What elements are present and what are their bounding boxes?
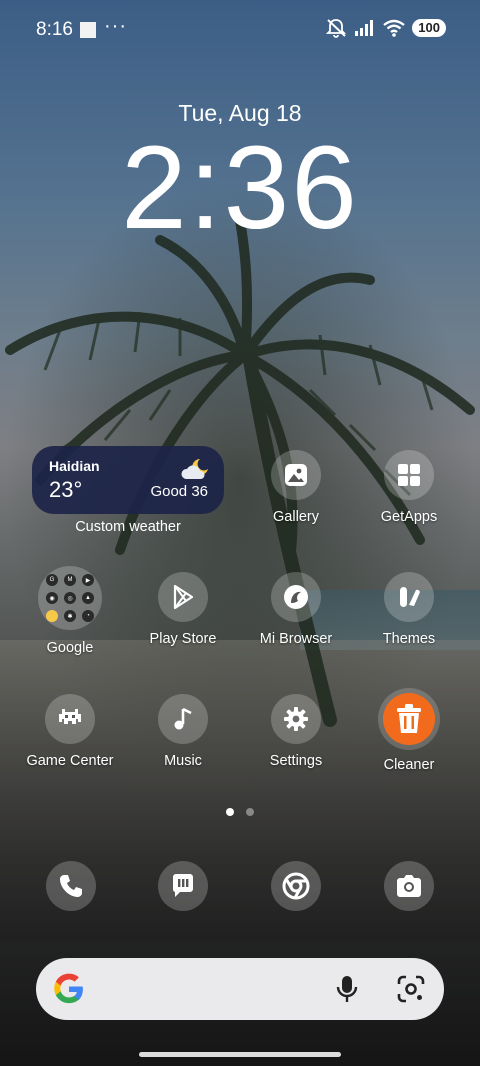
folder-item-icon: M (64, 574, 76, 586)
cleaner-icon-bg (383, 693, 435, 745)
weather-temperature: 23° (49, 477, 83, 502)
settings-label: Settings (269, 753, 323, 769)
getapps-label: GetApps (380, 509, 438, 525)
folder-item-icon: ◉ (46, 592, 58, 604)
lock-clock[interactable]: 2:36 (0, 128, 480, 248)
status-bar: 8:16 ··· 100 (0, 0, 480, 60)
page-dot-2[interactable] (246, 808, 254, 816)
cleaner-label: Cleaner (383, 757, 435, 773)
mute-icon (326, 19, 347, 38)
weather-city: Haidian (49, 458, 100, 474)
folder-item-icon: ▶ (82, 574, 94, 586)
folder-item-icon: ◎ (64, 592, 76, 604)
dock-phone[interactable] (46, 861, 96, 911)
gear-icon (284, 707, 308, 731)
music-label: Music (164, 753, 202, 769)
messages-icon (172, 874, 193, 897)
folder-item-icon (46, 610, 58, 622)
play-store-label: Play Store (149, 631, 217, 647)
app-game-center[interactable]: Game Center (10, 694, 130, 769)
page-dot-1[interactable] (226, 808, 234, 816)
app-play-store[interactable]: Play Store (123, 572, 243, 647)
folder-item-icon: ▲ (82, 592, 94, 604)
google-g-logo-icon (54, 973, 83, 1004)
page-indicator (226, 808, 254, 816)
gallery-icon (285, 464, 307, 486)
app-getapps[interactable]: GetApps (349, 450, 469, 525)
microphone-icon[interactable] (334, 974, 360, 1004)
app-gallery[interactable]: Gallery (236, 450, 356, 525)
game-center-icon (59, 709, 81, 724)
app-themes[interactable]: Themes (349, 572, 469, 647)
themes-label: Themes (382, 631, 436, 647)
more-dots-icon: ··· (104, 15, 127, 37)
dock-chrome[interactable] (271, 861, 321, 911)
play-store-icon (173, 584, 194, 610)
dock-camera[interactable] (384, 861, 434, 911)
mi-browser-label: Mi Browser (259, 631, 333, 647)
battery-icon: 100 (412, 19, 446, 37)
phone-icon (60, 875, 82, 897)
gallery-label: Gallery (273, 509, 319, 525)
google-lens-icon[interactable] (396, 974, 426, 1004)
dock-messages[interactable] (158, 861, 208, 911)
folder-item-icon: ✱ (64, 610, 76, 622)
notification-square-icon (80, 22, 96, 38)
google-search-bar[interactable] (36, 958, 444, 1020)
app-mi-browser[interactable]: Mi Browser (236, 572, 356, 647)
getapps-icon (398, 464, 420, 486)
music-note-icon (174, 707, 192, 730)
app-cleaner[interactable]: Cleaner (349, 688, 469, 773)
game-center-label: Game Center (26, 753, 114, 769)
camera-icon (397, 875, 421, 897)
partly-cloudy-night-icon (181, 459, 208, 479)
wifi-icon (383, 19, 406, 37)
folder-google[interactable]: G M ▶ ◉ ◎ ▲ ✱ ◔ Google (10, 566, 130, 656)
app-settings[interactable]: Settings (236, 694, 356, 769)
trash-icon (397, 704, 421, 733)
google-folder-label: Google (46, 640, 94, 656)
status-time: 8:16 (36, 19, 73, 40)
signal-icon (355, 20, 374, 36)
app-music[interactable]: Music (123, 694, 243, 769)
folder-item-icon: G (46, 574, 58, 586)
mi-browser-icon (284, 585, 308, 609)
weather-widget[interactable]: Haidian 23° Good 36 (32, 446, 224, 514)
weather-air-quality: Good 36 (150, 483, 208, 500)
chrome-icon (282, 872, 310, 900)
weather-widget-label: Custom weather (75, 519, 181, 535)
home-indicator[interactable] (139, 1052, 341, 1057)
google-folder-icon: G M ▶ ◉ ◎ ▲ ✱ ◔ (38, 566, 102, 630)
folder-item-icon: ◔ (82, 610, 94, 622)
themes-icon (400, 587, 420, 607)
